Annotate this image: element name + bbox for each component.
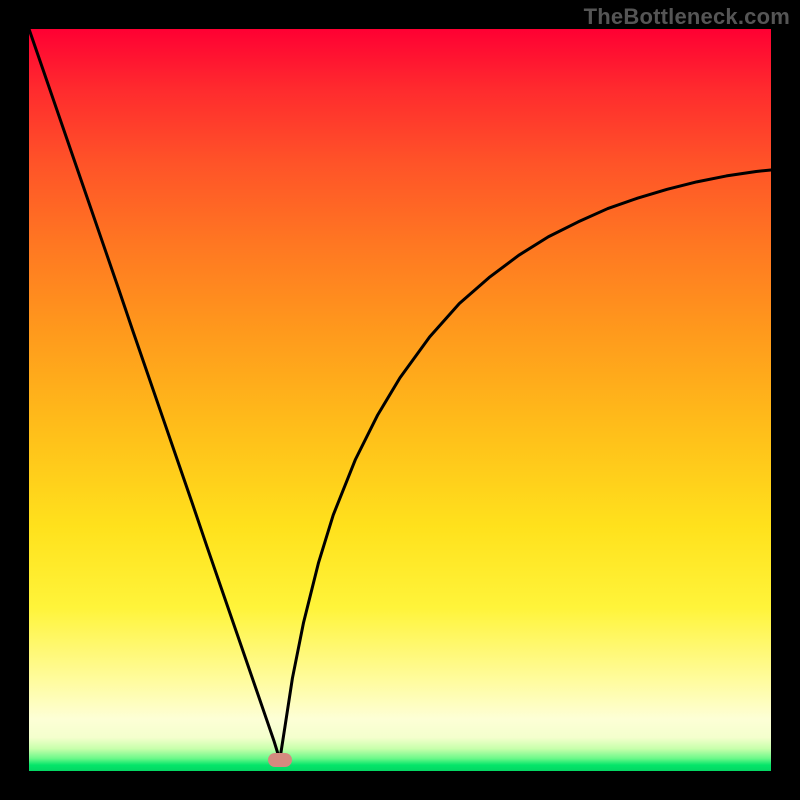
plot-area [29, 29, 771, 771]
curve-svg [29, 29, 771, 771]
chart-frame: TheBottleneck.com [0, 0, 800, 800]
watermark-text: TheBottleneck.com [584, 4, 790, 30]
right-branch-path [280, 170, 771, 760]
cusp-marker [268, 753, 292, 767]
left-branch-path [29, 29, 280, 760]
